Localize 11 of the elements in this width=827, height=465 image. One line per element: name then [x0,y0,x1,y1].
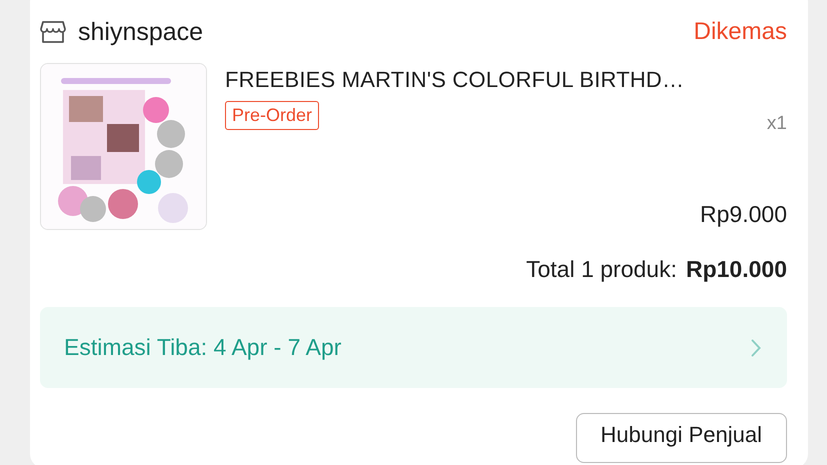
product-title[interactable]: FREEBIES MARTIN'S COLORFUL BIRTHD… [225,67,787,93]
chevron-right-icon [751,338,761,356]
shop-name[interactable]: shiynspace [78,18,204,46]
product-price: Rp9.000 [700,201,787,228]
contact-seller-button[interactable]: Hubungi Penjual [576,413,787,463]
shop-icon [40,20,66,44]
total-amount: Rp10.000 [686,256,787,283]
pre-order-tag: Pre-Order [225,101,320,130]
order-status: Dikemas [694,18,787,46]
quantity: x1 [766,113,787,135]
total-label: Total 1 produk: [526,256,677,283]
